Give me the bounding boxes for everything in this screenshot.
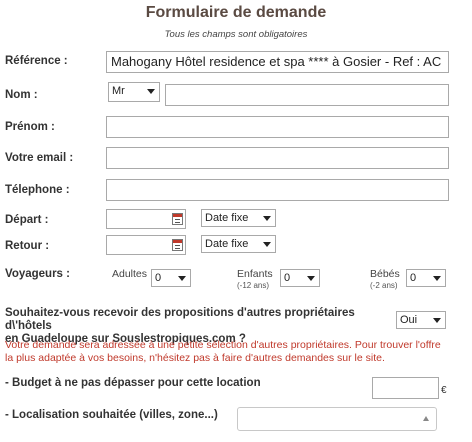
prenom-input[interactable] xyxy=(106,116,449,138)
adultes-value: 0 xyxy=(155,272,162,284)
civility-select[interactable]: Mr xyxy=(108,82,160,102)
chevron-down-icon xyxy=(263,242,271,247)
chevron-down-icon xyxy=(307,276,315,281)
telephone-input[interactable] xyxy=(106,179,449,201)
chevron-down-icon xyxy=(263,216,271,221)
budget-label: - Budget à ne pas dépasser pour cette lo… xyxy=(5,377,261,389)
retour-mode-select[interactable]: Date fixe xyxy=(201,235,276,253)
enfants-age-note: (-12 ans) xyxy=(237,281,270,290)
caret-up-icon xyxy=(423,416,429,421)
retour-label: Retour : xyxy=(5,240,50,252)
chevron-down-icon xyxy=(433,276,441,281)
proposals-value: Oui xyxy=(400,314,418,326)
bebes-select[interactable]: 0 xyxy=(406,269,446,287)
form-title: Formulaire de demande xyxy=(145,4,327,21)
calendar-icon[interactable] xyxy=(172,213,183,225)
adultes-label: Adultes xyxy=(112,268,148,280)
localisation-label: - Localisation souhaitée (villes, zone..… xyxy=(5,409,218,421)
reference-value: Mahogany Hôtel residence et spa **** à G… xyxy=(111,54,442,69)
retour-date-input[interactable] xyxy=(106,235,186,255)
depart-date-input[interactable] xyxy=(106,209,186,229)
enfants-value: 0 xyxy=(284,272,291,284)
chevron-down-icon xyxy=(178,276,186,281)
proposals-question-line1: Souhaitez-vous recevoir des propositions… xyxy=(5,307,355,332)
nom-input[interactable] xyxy=(165,84,449,106)
chevron-down-icon xyxy=(147,89,155,94)
email-input[interactable] xyxy=(106,147,449,169)
reference-field[interactable]: Mahogany Hôtel residence et spa **** à G… xyxy=(106,51,449,73)
proposals-notice-line1: Votre demande sera adressée à une petite… xyxy=(5,339,441,351)
chevron-down-icon xyxy=(433,318,441,323)
email-label: Votre email : xyxy=(5,152,74,164)
telephone-label: Télephone : xyxy=(5,184,70,196)
bebes-value: 0 xyxy=(410,272,417,284)
adultes-select[interactable]: 0 xyxy=(151,269,191,287)
nom-label: Nom : xyxy=(5,89,38,101)
calendar-icon[interactable] xyxy=(172,239,183,251)
proposals-select[interactable]: Oui xyxy=(396,311,446,329)
localisation-select[interactable] xyxy=(237,407,437,431)
enfants-label: Enfants xyxy=(237,268,273,280)
civility-value: Mr xyxy=(112,85,125,97)
reference-label: Référence : xyxy=(5,55,68,67)
budget-input[interactable] xyxy=(372,377,439,399)
depart-mode-select[interactable]: Date fixe xyxy=(201,209,276,227)
bebes-label: Bébés xyxy=(370,268,400,280)
bebes-age-note: (-2 ans) xyxy=(370,281,398,290)
proposals-notice: Votre demande sera adressée à une petite… xyxy=(5,339,469,365)
budget-currency: € xyxy=(441,385,447,396)
depart-mode-value: Date fixe xyxy=(205,212,249,224)
required-fields-note: Tous les champs sont obligatoires xyxy=(164,29,308,40)
enfants-select[interactable]: 0 xyxy=(280,269,320,287)
voyageurs-label: Voyageurs : xyxy=(5,268,70,280)
retour-mode-value: Date fixe xyxy=(205,238,249,250)
prenom-label: Prénom : xyxy=(5,121,55,133)
depart-label: Départ : xyxy=(5,214,49,226)
proposals-notice-line2: la plus adaptée à vos besoins, n'hésitez… xyxy=(5,352,385,364)
